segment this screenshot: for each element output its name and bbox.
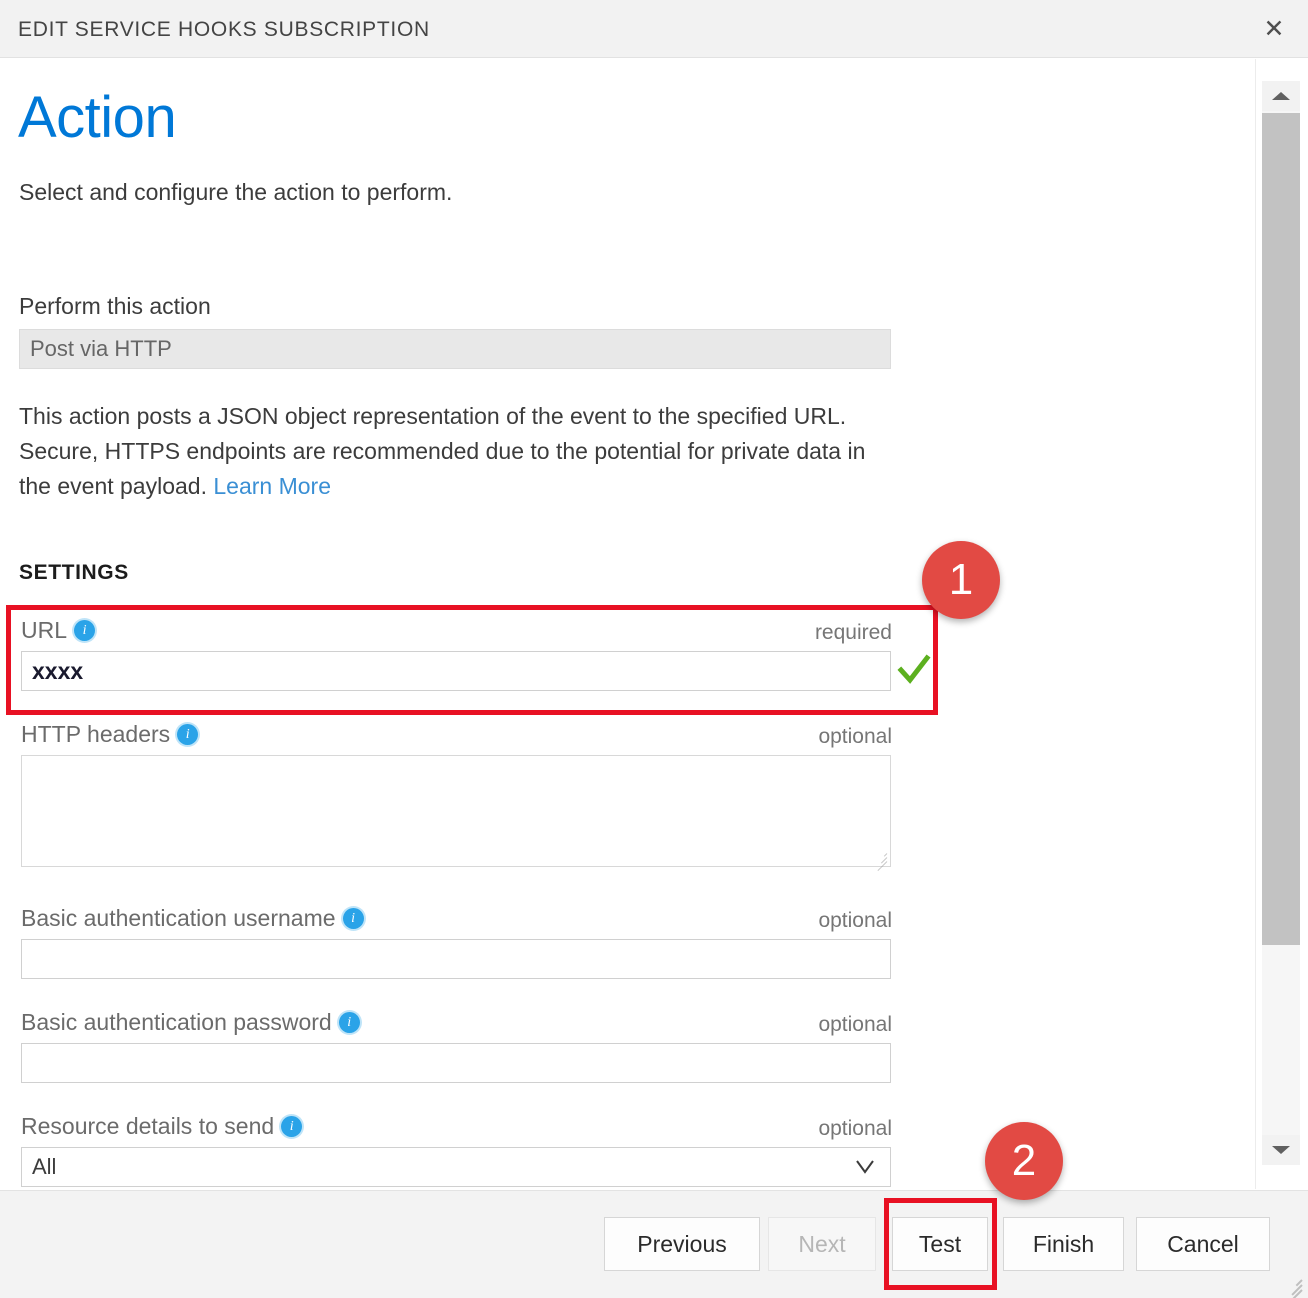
resource-details-selected-value: All bbox=[32, 1154, 56, 1180]
url-field-label: URL bbox=[21, 617, 95, 644]
resource-details-select[interactable]: All bbox=[21, 1147, 891, 1187]
content-scrollbar[interactable] bbox=[1255, 59, 1308, 1189]
basic-auth-username-input[interactable] bbox=[21, 939, 891, 979]
resource-details-label: Resource details to send bbox=[21, 1113, 302, 1140]
http-headers-label: HTTP headers bbox=[21, 721, 198, 748]
annotation-badge-2: 2 bbox=[985, 1122, 1063, 1200]
info-icon[interactable] bbox=[339, 1012, 360, 1033]
test-button[interactable]: Test bbox=[892, 1217, 988, 1271]
basic-auth-password-input[interactable] bbox=[21, 1043, 891, 1083]
cancel-button[interactable]: Cancel bbox=[1136, 1217, 1270, 1271]
url-requirement-tag: required bbox=[815, 621, 892, 645]
perform-action-label: Perform this action bbox=[19, 293, 211, 320]
dialog-content: Action Select and configure the action t… bbox=[0, 59, 1255, 1189]
finish-button[interactable]: Finish bbox=[1003, 1217, 1124, 1271]
window-resize-grip[interactable] bbox=[1280, 1271, 1302, 1293]
basic-auth-username-label: Basic authentication username bbox=[21, 905, 364, 932]
valid-check-icon bbox=[897, 653, 931, 687]
perform-action-value: Post via HTTP bbox=[19, 329, 891, 369]
info-icon[interactable] bbox=[177, 724, 198, 745]
textarea-resize-grip[interactable] bbox=[873, 850, 887, 864]
info-icon[interactable] bbox=[281, 1116, 302, 1137]
http-headers-textarea[interactable] bbox=[21, 755, 891, 867]
page-title: Action bbox=[18, 89, 176, 147]
dialog-footer: Previous Next Test Finish Cancel bbox=[0, 1190, 1308, 1298]
scrollbar-thumb[interactable] bbox=[1262, 113, 1300, 945]
previous-button[interactable]: Previous bbox=[604, 1217, 760, 1271]
dialog-titlebar: EDIT SERVICE HOOKS SUBSCRIPTION ✕ bbox=[0, 0, 1308, 58]
basic-auth-password-label: Basic authentication password bbox=[21, 1009, 360, 1036]
http-headers-requirement-tag: optional bbox=[818, 725, 892, 749]
action-description: This action posts a JSON object represen… bbox=[19, 399, 899, 504]
dialog-title: EDIT SERVICE HOOKS SUBSCRIPTION bbox=[18, 18, 430, 42]
info-icon[interactable] bbox=[74, 620, 95, 641]
scroll-up-arrow-icon[interactable] bbox=[1262, 81, 1300, 111]
settings-section-title: SETTINGS bbox=[19, 561, 129, 585]
scroll-down-arrow-icon[interactable] bbox=[1262, 1135, 1300, 1165]
edit-service-hooks-subscription-dialog: EDIT SERVICE HOOKS SUBSCRIPTION ✕ Action… bbox=[0, 0, 1308, 1298]
resource-details-requirement-tag: optional bbox=[818, 1117, 892, 1141]
next-button: Next bbox=[768, 1217, 876, 1271]
annotation-badge-1: 1 bbox=[922, 541, 1000, 619]
action-description-text: This action posts a JSON object represen… bbox=[19, 403, 865, 499]
close-icon[interactable]: ✕ bbox=[1254, 10, 1294, 48]
learn-more-link[interactable]: Learn More bbox=[213, 473, 331, 499]
info-icon[interactable] bbox=[343, 908, 364, 929]
url-input[interactable]: xxxx bbox=[21, 651, 891, 691]
chevron-down-icon bbox=[854, 1156, 876, 1178]
page-subtitle: Select and configure the action to perfo… bbox=[19, 179, 452, 206]
basic-auth-username-requirement-tag: optional bbox=[818, 909, 892, 933]
basic-auth-password-requirement-tag: optional bbox=[818, 1013, 892, 1037]
